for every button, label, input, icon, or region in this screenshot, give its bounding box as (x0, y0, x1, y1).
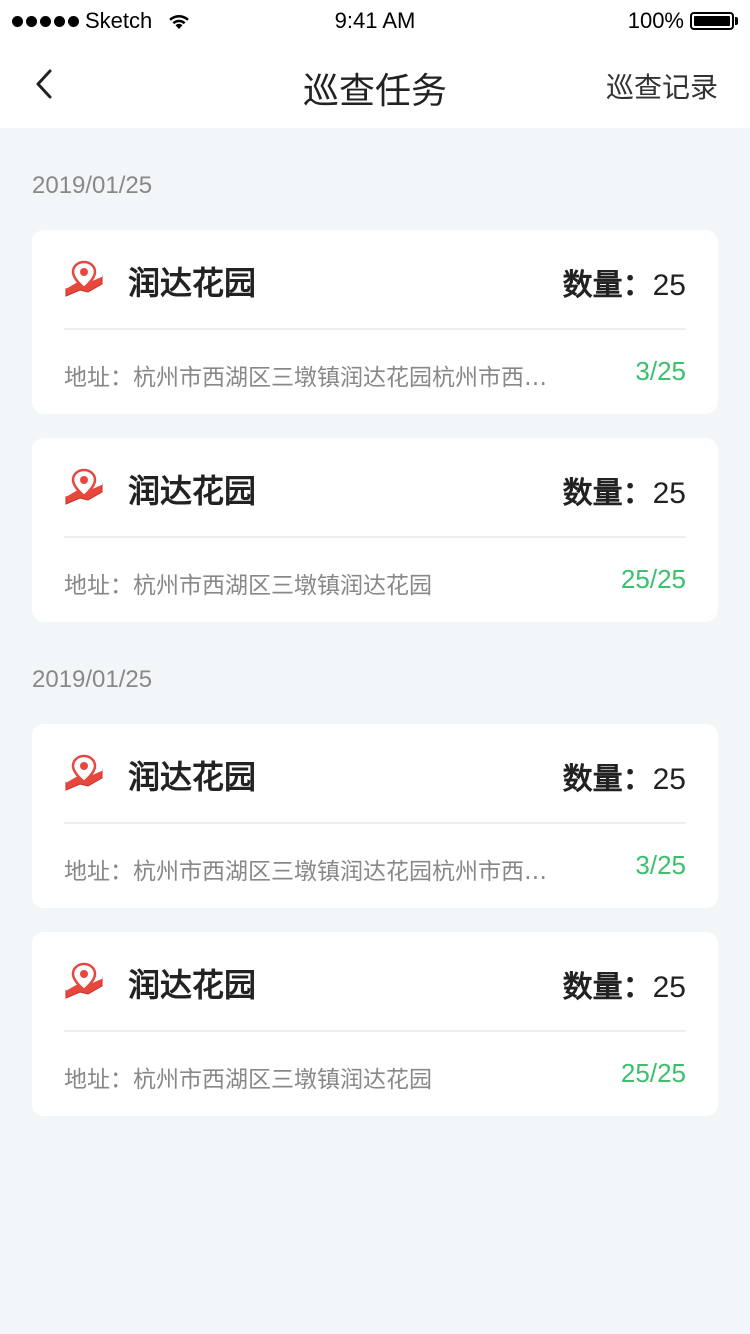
battery-icon (690, 11, 738, 31)
card-footer: 地址：杭州市西湖区三墩镇润达花园 25/25 (64, 538, 686, 622)
quantity-value: 25 (652, 477, 686, 510)
card-header: 润达花园 数量：25 (64, 230, 686, 330)
status-bar: Sketch 9:41 AM 100% (0, 0, 750, 40)
community-name: 润达花园 (128, 472, 257, 510)
map-pin-icon (65, 962, 103, 999)
card-footer: 地址：杭州市西湖区三墩镇润达花园 25/25 (64, 1032, 686, 1116)
status-right: 100% (628, 8, 738, 34)
quantity-value: 25 (652, 971, 686, 1004)
quantity: 数量：25 (563, 754, 686, 798)
quantity: 数量：25 (563, 468, 686, 512)
quantity-label: 数量： (562, 762, 653, 797)
quantity: 数量：25 (563, 260, 686, 304)
nav-bar: 巡查任务 巡查记录 (0, 40, 750, 128)
progress-count: 3/25 (635, 850, 686, 880)
card-footer: 地址：杭州市西湖区三墩镇润达花园杭州市西湖区三墩镇润达花园 3/25 (64, 824, 686, 908)
quantity-label: 数量： (562, 970, 653, 1005)
map-pin-icon (65, 260, 103, 297)
patrol-records-link[interactable]: 巡查记录 (606, 66, 718, 106)
progress-count: 3/25 (635, 356, 686, 386)
card-footer: 地址：杭州市西湖区三墩镇润达花园杭州市西湖区三墩镇润达花园 3/25 (64, 330, 686, 414)
progress-count: 25/25 (620, 1058, 686, 1088)
quantity-label: 数量： (562, 476, 653, 511)
address-text: 地址：杭州市西湖区三墩镇润达花园杭州市西湖区三墩镇润达花园 (64, 365, 568, 391)
task-card[interactable]: 润达花园 数量：25 地址：杭州市西湖区三墩镇润达花园 25/25 (32, 932, 718, 1116)
address-text: 地址：杭州市西湖区三墩镇润达花园杭州市西湖区三墩镇润达花园 (64, 859, 568, 885)
date-label: 2019/01/25 (32, 666, 153, 693)
task-card[interactable]: 润达花园 数量：25 地址：杭州市西湖区三墩镇润达花园杭州市西湖区三墩镇润达花园… (32, 724, 718, 908)
card-header: 润达花园 数量：25 (64, 724, 686, 824)
task-list: 2019/01/25 润达花园 数量：25 地址：杭州市西湖区三墩镇润达花园杭州… (0, 128, 750, 1116)
task-card[interactable]: 润达花园 数量：25 地址：杭州市西湖区三墩镇润达花园 25/25 (32, 438, 718, 622)
progress-count: 25/25 (620, 564, 686, 594)
date-group: 2019/01/25 润达花园 数量：25 地址：杭州市西湖区三墩镇润达花园杭州… (0, 128, 750, 622)
map-pin-icon (65, 754, 103, 791)
card-header: 润达花园 数量：25 (64, 438, 686, 538)
community-name: 润达花园 (128, 264, 257, 302)
community-name: 润达花园 (128, 758, 257, 796)
quantity: 数量：25 (563, 962, 686, 1006)
task-card[interactable]: 润达花园 数量：25 地址：杭州市西湖区三墩镇润达花园杭州市西湖区三墩镇润达花园… (32, 230, 718, 414)
battery-percent: 100% (627, 8, 684, 33)
card-header: 润达花园 数量：25 (64, 932, 686, 1032)
date-label: 2019/01/25 (32, 172, 153, 199)
quantity-value: 25 (652, 269, 686, 302)
address-text: 地址：杭州市西湖区三墩镇润达花园 (64, 1067, 432, 1093)
quantity-label: 数量： (562, 268, 653, 303)
quantity-value: 25 (652, 763, 686, 796)
map-pin-icon (65, 468, 103, 505)
community-name: 润达花园 (128, 966, 257, 1004)
date-group: 2019/01/25 润达花园 数量：25 地址：杭州市西湖区三墩镇润达花园杭州… (0, 622, 750, 1116)
address-text: 地址：杭州市西湖区三墩镇润达花园 (64, 573, 432, 599)
